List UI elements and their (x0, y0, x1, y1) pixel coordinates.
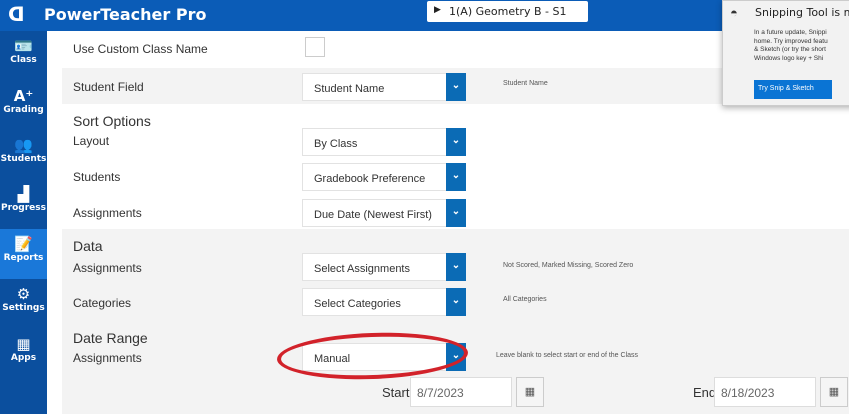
app-title: PowerTeacher Pro (44, 5, 207, 24)
sidebar-item-settings[interactable]: ⚙ Settings (0, 279, 47, 329)
chevron-down-icon[interactable]: ⌄ (446, 73, 466, 101)
sidebar-item-class[interactable]: 🪪 Class (0, 31, 47, 81)
toast-title: Snipping Tool is mo (755, 6, 849, 19)
data-assignments-note: Not Scored, Marked Missing, Scored Zero (503, 262, 634, 269)
select-value: Gradebook Preference (314, 173, 426, 185)
chevron-down-icon[interactable]: ⌄ (446, 163, 466, 191)
sidebar-item-reports[interactable]: 📝 Reports (0, 229, 47, 279)
date-range-title: Date Range (73, 330, 148, 346)
custom-class-name-label: Use Custom Class Name (73, 42, 208, 56)
student-field-note: Student Name (503, 80, 548, 87)
categories-label: Categories (73, 296, 132, 310)
layout-select[interactable]: By Class ⌄ (302, 128, 466, 156)
select-value: Student Name (314, 83, 385, 95)
nav-label: Students (0, 154, 47, 164)
sort-options-section: Sort Options Layout By Class ⌄ Students G… (62, 104, 849, 229)
sidebar: 🪪 Class A⁺ Grading 👥 Students ▟ Progress 📝 Re… (0, 31, 47, 414)
sidebar-item-grading[interactable]: A⁺ Grading (0, 81, 47, 131)
snipping-tool-icon: ◓ (730, 5, 738, 20)
data-assignments-label: Assignments (73, 261, 142, 275)
report-icon: 📝 (14, 235, 33, 253)
chevron-down-icon[interactable]: ⌄ (446, 199, 466, 227)
data-assignments-select[interactable]: Select Assignments ⌄ (302, 253, 466, 281)
snipping-tool-notification[interactable]: ◓ Snipping Tool is mo In a future update… (722, 0, 849, 106)
students-icon: 👥 (14, 136, 33, 154)
select-value: By Class (314, 138, 358, 150)
gutter (47, 31, 62, 414)
calendar-icon[interactable]: ▦ (516, 377, 544, 407)
start-date-input[interactable]: 8/7/2023 (410, 377, 512, 407)
bar-chart-icon: ▟ (17, 185, 30, 203)
nav-label: Progress (1, 203, 46, 213)
chevron-down-icon[interactable]: ⌄ (446, 128, 466, 156)
grid-icon: ▦ (16, 335, 31, 353)
start-label: Start (382, 385, 410, 400)
try-snip-sketch-button[interactable]: Try Snip & Sketch (754, 80, 832, 99)
layout-label: Layout (73, 134, 110, 148)
sidebar-item-progress[interactable]: ▟ Progress (0, 179, 47, 229)
nav-label: Grading (3, 105, 44, 115)
gear-icon: ⚙ (16, 285, 31, 303)
select-value: Select Categories (314, 298, 401, 310)
nav-label: Settings (2, 303, 45, 313)
a-plus-icon: A⁺ (13, 87, 34, 105)
select-value: Due Date (Newest First) (314, 209, 432, 221)
select-value: Select Assignments (314, 263, 410, 275)
date-range-assignments-label: Assignments (73, 351, 142, 365)
class-selector-label: 1(A) Geometry B - S1 (449, 5, 567, 18)
student-field-select[interactable]: Student Name ⌄ (302, 73, 466, 101)
chevron-down-icon[interactable]: ⌄ (446, 288, 466, 316)
sidebar-item-students[interactable]: 👥 Students (0, 130, 47, 180)
assignments-sort-label: Assignments (73, 206, 142, 220)
date-range-section: Date Range Assignments Manual ⌄ Leave bla… (62, 322, 849, 414)
data-title: Data (73, 238, 103, 254)
date-range-note: Leave blank to select start or end of th… (496, 352, 639, 359)
end-date-input[interactable]: 8/18/2023 (714, 377, 816, 407)
calendar-icon[interactable]: ▦ (820, 377, 848, 407)
chevron-down-icon[interactable]: ⌄ (446, 253, 466, 281)
nav-label: Reports (3, 253, 44, 263)
sidebar-item-apps[interactable]: ▦ Apps (0, 329, 47, 379)
play-icon: ▶ (434, 5, 441, 15)
student-field-label: Student Field (73, 80, 144, 94)
sort-options-title: Sort Options (73, 113, 151, 129)
nav-label: Apps (10, 353, 37, 363)
students-sort-select[interactable]: Gradebook Preference ⌄ (302, 163, 466, 191)
toast-body: In a future update, Snippi home. Try imp… (754, 29, 828, 62)
custom-class-name-checkbox[interactable] (305, 37, 325, 57)
categories-select[interactable]: Select Categories ⌄ (302, 288, 466, 316)
categories-note: All Categories (503, 296, 547, 303)
data-section: Data Assignments Select Assignments ⌄ Not… (62, 229, 849, 322)
nav-label: Class (10, 55, 37, 65)
end-label: End (693, 385, 717, 400)
assignments-sort-select[interactable]: Due Date (Newest First) ⌄ (302, 199, 466, 227)
students-sort-label: Students (73, 170, 121, 184)
powerschool-logo-icon: ᗡ (8, 2, 25, 26)
class-card-icon: 🪪 (14, 37, 33, 55)
class-selector[interactable]: ▶ 1(A) Geometry B - S1 (427, 1, 588, 22)
